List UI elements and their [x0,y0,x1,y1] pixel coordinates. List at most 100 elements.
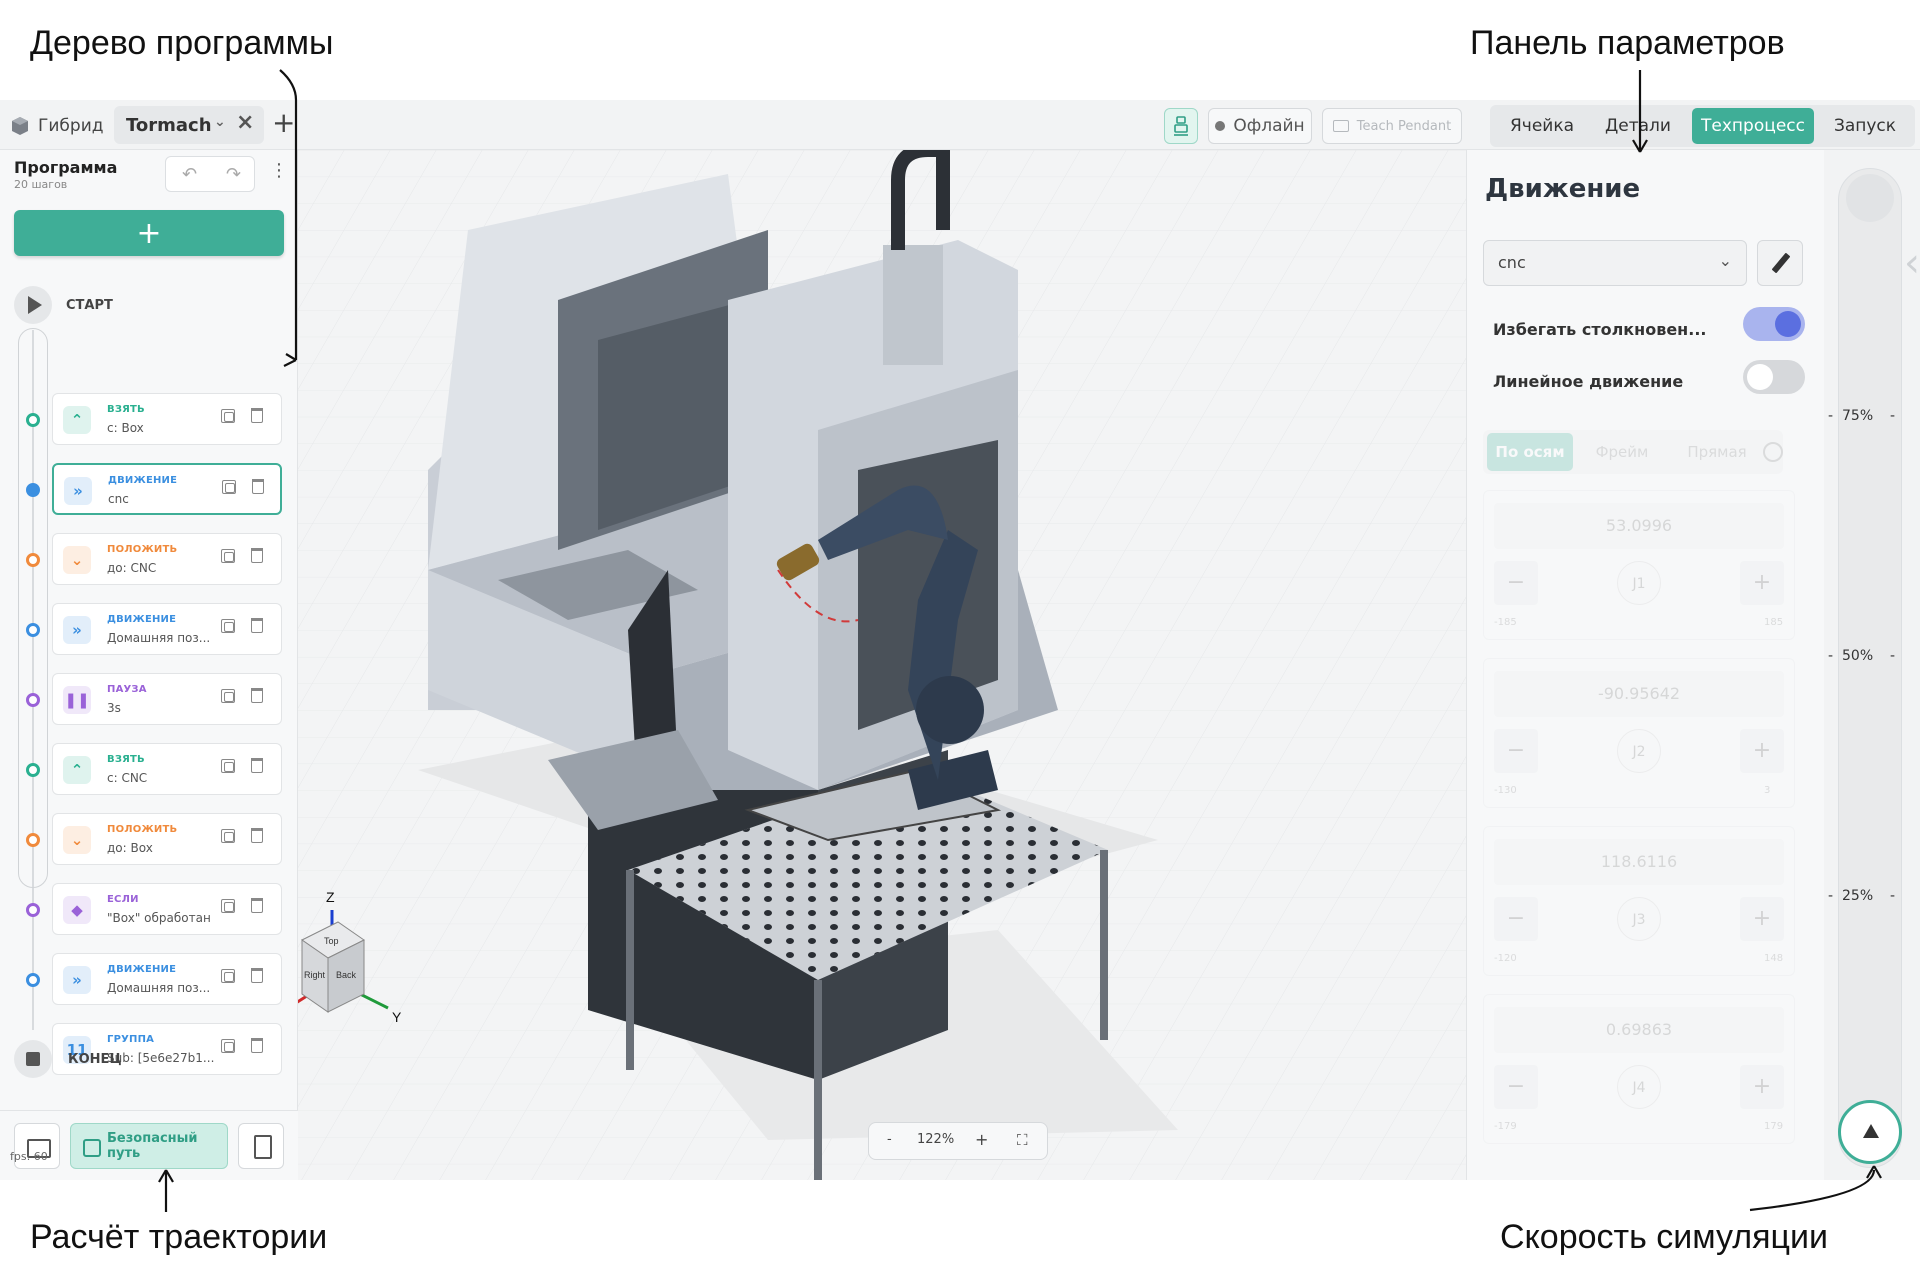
safe-path-button[interactable]: Безопасный путь [70,1123,228,1169]
scene-canvas[interactable]: Z X Y Top Right Back [298,150,1466,1180]
copy-icon[interactable] [221,829,235,843]
start-play-icon[interactable] [14,286,52,324]
program-step[interactable]: » ДВИЖЕНИЕ cnc [52,463,282,515]
tab-frame[interactable]: Фрейм [1579,433,1665,471]
connection-status-label: Офлайн [1233,116,1305,136]
trash-icon[interactable] [251,898,263,913]
annotation-parameter-panel: Панель параметров [1470,24,1785,62]
step-node-dot [26,763,40,777]
target-icon[interactable] [1763,442,1783,462]
copy-icon[interactable] [221,409,235,423]
tab-process[interactable]: Техпроцесс [1692,108,1814,144]
step-node-dot [26,623,40,637]
tab-parts[interactable]: Детали [1590,108,1686,144]
zoom-control: - 122% + ⛶ [868,1122,1048,1160]
add-step-button[interactable]: + [14,210,284,256]
robot-status-button[interactable] [1164,108,1198,144]
joint-value-input[interactable]: 0.69863 [1494,1007,1784,1053]
end-label: КОНЕЦ [68,1052,122,1067]
fullscreen-icon[interactable]: ⛶ [1017,1131,1028,1149]
more-menu-icon[interactable]: ⋮ [270,160,288,181]
joint-increment-button[interactable]: + [1740,1065,1784,1109]
undo-icon[interactable]: ↶ [182,164,197,185]
copy-icon[interactable] [221,759,235,773]
copy-icon[interactable] [221,549,235,563]
linear-motion-toggle[interactable] [1743,360,1805,394]
trash-icon[interactable] [251,618,263,633]
move-icon: » [63,966,91,994]
teach-pendant-button[interactable]: Teach Pendant [1322,108,1462,144]
copy-icon[interactable] [221,969,235,983]
teach-pendant-label: Teach Pendant [1356,118,1452,134]
copy-icon[interactable] [221,899,235,913]
motion-target-value: cnc [1498,253,1526,272]
program-step[interactable]: » ДВИЖЕНИЕ Домашняя поз... [52,603,282,655]
scene-viewport[interactable]: Z X Y Top Right Back - 122% + ⛶ [298,150,1466,1180]
chevron-left-icon[interactable]: ‹ [1904,240,1920,286]
program-step[interactable]: 11 ГРУППА Sub: [5e6e27b1... [52,1023,282,1075]
copy-icon[interactable] [221,689,235,703]
status-dot-icon [1215,121,1226,131]
annotation-trajectory: Расчёт траектории [30,1218,328,1256]
connection-status[interactable]: Офлайн [1208,108,1312,144]
joint-value-input[interactable]: -90.95642 [1494,671,1784,717]
tab-project[interactable]: Tormach ⌄ × [114,106,264,144]
close-icon[interactable]: × [236,110,254,135]
program-step[interactable]: » ДВИЖЕНИЕ Домашняя поз... [52,953,282,1005]
place-icon: ⌄ [63,546,91,574]
program-step[interactable]: ⌃ ВЗЯТЬ с: Box [52,393,282,445]
zoom-out-button[interactable]: - [887,1132,892,1147]
joint-decrement-button[interactable]: − [1494,729,1538,773]
program-step[interactable]: ❚❚ ПАУЗА 3s [52,673,282,725]
tab-run[interactable]: Запуск [1818,108,1912,144]
trash-icon[interactable] [251,408,263,423]
trash-icon[interactable] [251,688,263,703]
joint-decrement-button[interactable]: − [1494,561,1538,605]
program-step[interactable]: ⌄ ПОЛОЖИТЬ до: CNC [52,533,282,585]
workspace-switcher[interactable]: Гибрид [10,114,104,138]
motion-target-select[interactable]: cnc ⌄ [1483,240,1747,286]
tab-cell[interactable]: Ячейка [1494,108,1590,144]
redo-icon[interactable]: ↷ [226,164,241,185]
add-tab-button[interactable]: + [272,106,295,139]
tab-by-axes[interactable]: По осям [1487,433,1573,471]
copy-icon[interactable] [221,1039,235,1053]
program-step[interactable]: ⌃ ВЗЯТЬ с: CNC [52,743,282,795]
avoid-collision-toggle[interactable] [1743,307,1805,341]
copy-icon[interactable] [222,480,236,494]
move-icon: » [64,477,92,505]
gizmo-back-label: Back [336,970,357,980]
trash-icon[interactable] [251,828,263,843]
zoom-in-button[interactable]: + [975,1130,988,1149]
annotation-sim-speed: Скорость симуляции [1500,1218,1828,1256]
step-value: Домашняя поз... [107,631,211,645]
speed-slider-track[interactable] [1838,168,1902,1168]
tab-straight[interactable]: Прямая [1669,433,1765,471]
step-node-dot [26,553,40,567]
joint-value-input[interactable]: 53.0996 [1494,503,1784,549]
step-value: до: CNC [107,561,157,575]
trash-icon[interactable] [251,968,263,983]
speed-slider-handle[interactable] [1838,1100,1902,1164]
step-kind: ВЗЯТЬ [107,404,145,415]
program-step[interactable]: ◆ ЕСЛИ "Box" обработан [52,883,282,935]
joint-value-input[interactable]: 118.6116 [1494,839,1784,885]
trajectory-toolbar: Безопасный путь [0,1110,298,1180]
trash-icon[interactable] [251,548,263,563]
top-bar: Гибрид Tormach ⌄ × + Офлайн Teach Pendan… [0,100,1920,150]
edit-pencil-icon[interactable] [1757,240,1803,286]
trash-icon[interactable] [252,479,264,494]
copy-icon[interactable] [221,619,235,633]
joint-decrement-button[interactable]: − [1494,897,1538,941]
joint-increment-button[interactable]: + [1740,729,1784,773]
joint-decrement-button[interactable]: − [1494,1065,1538,1109]
program-step[interactable]: ⌄ ПОЛОЖИТЬ до: Box [52,813,282,865]
chevron-down-icon[interactable]: ⌄ [214,114,226,130]
document-icon[interactable] [238,1123,284,1169]
pause-icon: ❚❚ [63,686,91,714]
trash-icon[interactable] [251,758,263,773]
joint-increment-button[interactable]: + [1740,897,1784,941]
gizmo-y-label: Y [392,1009,402,1025]
joint-increment-button[interactable]: + [1740,561,1784,605]
trash-icon[interactable] [251,1038,263,1053]
